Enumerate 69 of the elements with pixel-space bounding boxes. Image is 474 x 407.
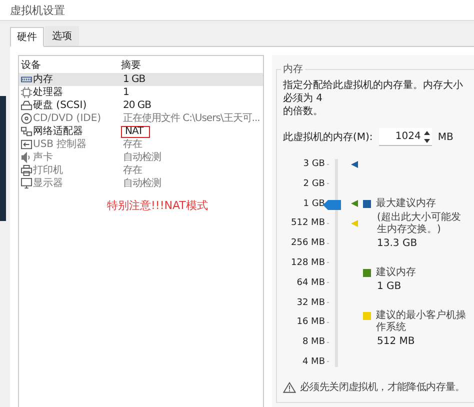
spinner-icon[interactable]	[422, 130, 431, 144]
tab[interactable]: 硬件	[10, 27, 44, 47]
device-summary: 存在	[122, 164, 143, 176]
warning-icon	[283, 382, 296, 392]
device-summary: 自动检测	[122, 152, 162, 164]
sound-icon	[21, 152, 32, 163]
annotation-text: 特别注意!!!NAT模式	[107, 198, 209, 213]
device-row[interactable]: 硬盘 (SCSI) 20 GB	[19, 99, 263, 112]
device-name: 网络适配器	[33, 126, 83, 138]
device-name: 硬盘 (SCSI)	[33, 100, 87, 112]
usb-icon	[21, 139, 32, 150]
tick-label: 16 MB	[296, 317, 325, 328]
legend-value: 512 MB	[377, 336, 416, 347]
tick-label: 32 MB	[296, 298, 325, 308]
group-title: 内存	[281, 62, 305, 76]
device-row[interactable]: 内存 1 GB	[19, 73, 263, 86]
device-summary: 自动检测	[122, 178, 162, 190]
memory-icon	[21, 74, 32, 85]
device-summary: 20 GB	[122, 100, 152, 112]
slider-thumb[interactable]	[323, 200, 341, 210]
tick-label: 8 MB	[301, 337, 325, 348]
device-summary: NAT	[121, 126, 150, 138]
display-icon	[21, 178, 32, 189]
device-row[interactable]: 网络适配器 NAT	[19, 125, 263, 138]
device-row[interactable]: 显示器 自动检测	[19, 177, 263, 190]
device-summary: 正在使用文件 C:\Users\王天可...	[122, 112, 261, 124]
cd-icon	[21, 113, 32, 124]
device-name: 内存	[33, 74, 53, 86]
tick-label: 4 MB	[301, 356, 325, 367]
tick-label: 256 MB	[290, 238, 325, 248]
device-row[interactable]: 声卡 自动检测	[19, 151, 263, 164]
network-icon	[21, 126, 32, 137]
legend-label: 建议内存	[376, 267, 416, 279]
field-label: 此虚拟机的内存(M):	[283, 130, 373, 144]
device-name: 处理器	[33, 86, 63, 98]
device-row[interactable]: 打印机 存在	[19, 164, 263, 177]
tick-label: 2 GB	[302, 178, 325, 189]
description-text: 指定分配给此虚拟机的内存量。内存大小必须为 4 的倍数。	[283, 79, 464, 118]
cpu-icon	[21, 87, 32, 98]
window-title: 虚拟机设置	[10, 2, 65, 18]
device-row[interactable]: CD/DVD (IDE) 正在使用文件 C:\Users\王天可...	[19, 112, 263, 125]
tick-label: 128 MB	[290, 258, 325, 268]
device-summary: 存在	[122, 138, 143, 150]
tick-label: 512 MB	[290, 218, 325, 228]
disk-icon	[21, 100, 32, 111]
device-name: USB 控制器	[33, 138, 87, 150]
column-header: 摘要	[121, 60, 142, 72]
device-name: 打印机	[33, 164, 63, 176]
tick-label: 64 MB	[296, 278, 325, 288]
memory-input[interactable]: 1024	[378, 128, 432, 146]
legend-note: (超出此大小可能发生内存交换。)	[377, 212, 462, 236]
legend-label: 最大建议内存	[376, 198, 436, 210]
device-summary: 1 GB	[122, 74, 146, 86]
device-row[interactable]: 处理器 1	[19, 86, 263, 99]
unit-label: MB	[438, 132, 454, 142]
tab[interactable]: 选项	[45, 26, 79, 46]
device-name: CD/DVD (IDE)	[33, 112, 102, 124]
legend-label: 建议的最小客户机操作系统	[376, 310, 467, 334]
legend-value: 13.3 GB	[377, 238, 418, 249]
column-header: 设备	[20, 60, 42, 72]
device-summary: 1	[122, 86, 130, 98]
tick-label: 1 GB	[302, 198, 325, 209]
warning-text: 必须先关闭虚拟机，才能降低内存量。	[300, 380, 465, 394]
legend-value: 1 GB	[377, 281, 402, 292]
device-row[interactable]: USB 控制器 存在	[19, 138, 263, 151]
printer-icon	[21, 165, 32, 176]
device-name: 显示器	[33, 178, 63, 190]
tick-label: 3 GB	[302, 159, 325, 169]
device-name: 声卡	[33, 152, 53, 164]
